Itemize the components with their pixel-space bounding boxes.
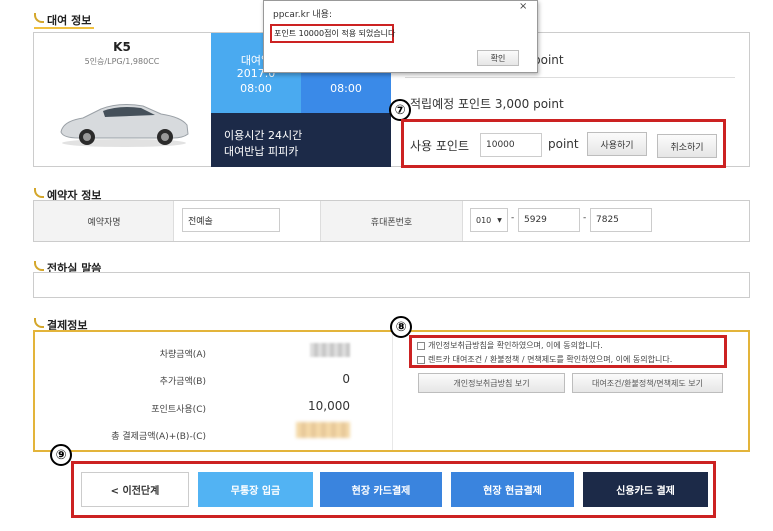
phone-last-input[interactable]: 7825 [590, 208, 652, 232]
rental-start-time: 08:00 [240, 82, 272, 95]
onsite-card-button[interactable]: 현장 카드결제 [320, 472, 442, 507]
alert-close-icon[interactable]: × [519, 1, 527, 12]
booker-name-input[interactable]: 전예솔 [182, 208, 280, 232]
phone-mid-input[interactable]: 5929 [518, 208, 580, 232]
view-privacy-button[interactable]: 개인정보취급방침 보기 [418, 373, 565, 393]
booker-name-label: 예약자명 [87, 218, 121, 228]
booker-phone-label: 휴대폰번호 [370, 218, 413, 228]
agree-terms-text: 렌트카 대여조건 / 환불정책 / 면책제도를 확인하였으며, 이에 동의합니다… [428, 355, 673, 364]
payment-label-points: 포인트사용(C) [151, 405, 206, 415]
alert-message: 포인트 10000점이 적용 되었습니다 [270, 24, 395, 43]
apply-point-button[interactable]: 사용하기 [587, 132, 647, 156]
phone-dash-1: - [511, 213, 515, 223]
rental-end-time: 08:00 [330, 82, 362, 95]
phone-prefix-select[interactable]: 010 ▼ [470, 208, 508, 232]
alert-title: ppcar.kr 내용: [273, 10, 332, 20]
marker-nine: ⑨ [50, 444, 72, 466]
agree-privacy-text: 개인정보취급방침을 확인하였으며, 이에 동의합니다. [428, 341, 603, 350]
onsite-cash-button[interactable]: 현장 현금결제 [451, 472, 574, 507]
rental-duration: 이용시간 24시간 [224, 129, 303, 142]
agree-terms-checkbox[interactable] [417, 355, 425, 364]
section-mark-icon [34, 13, 44, 23]
car-name: K5 [113, 40, 131, 54]
payment-value-car-blurred [310, 343, 350, 357]
agree-privacy-row: 개인정보취급방침을 확인하였으며, 이에 동의합니다. [417, 340, 603, 351]
use-point-input[interactable]: 10000 [480, 133, 542, 157]
section-mark-icon [34, 318, 44, 328]
car-image [55, 96, 193, 148]
payment-label-total: 총 결제금액(A)+(B)-(C) [111, 432, 206, 442]
agree-terms-row: 렌트카 대여조건 / 환불정책 / 면책제도를 확인하였으며, 이에 동의합니다… [417, 354, 672, 365]
use-point-unit: point [548, 137, 579, 151]
points-divider [405, 77, 735, 78]
credit-card-button[interactable]: 신용카드 결제 [583, 472, 708, 507]
agree-privacy-checkbox[interactable] [417, 341, 425, 350]
section-title-rental-text: 대여 정보 [47, 14, 92, 27]
car-spec: 5인승/LPG/1,980CC [84, 57, 160, 66]
payment-value-total-blurred [296, 422, 350, 438]
prev-step-button[interactable]: < 이전단계 [81, 472, 189, 507]
section-underline [34, 27, 94, 29]
section-title-rental: 대여 정보 [34, 12, 91, 28]
rental-place: 대여반납 피피카 [224, 145, 299, 158]
message-textarea[interactable] [33, 272, 750, 298]
section-mark-icon [34, 188, 44, 198]
phone-prefix-value: 010 [476, 215, 492, 225]
use-point-label: 사용 포인트 [410, 139, 470, 153]
chevron-down-icon: ▼ [497, 216, 502, 224]
cancel-point-button[interactable]: 취소하기 [657, 134, 717, 158]
view-terms-button[interactable]: 대여조건/환불정책/면책제도 보기 [572, 373, 723, 393]
payment-value-points: 10,000 [308, 399, 350, 413]
payment-label-extra: 추가금액(B) [159, 377, 206, 387]
alert-ok-button[interactable]: 확인 [477, 50, 519, 66]
bank-transfer-button[interactable]: 무통장 입금 [198, 472, 313, 507]
expected-points: 적립예정 포인트 3,000 point [410, 97, 564, 111]
phone-dash-2: - [583, 213, 587, 223]
payment-divider [392, 331, 393, 450]
marker-seven: ⑦ [389, 99, 411, 121]
section-mark-icon [34, 261, 44, 271]
payment-value-extra: 0 [342, 372, 350, 386]
payment-label-car: 차량금액(A) [159, 350, 206, 360]
